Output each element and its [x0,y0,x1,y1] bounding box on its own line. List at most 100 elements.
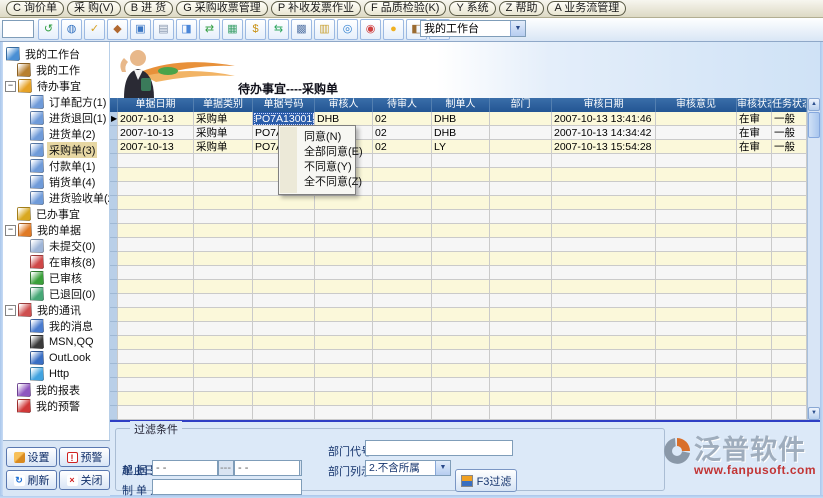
table-cell[interactable]: 02 [373,126,432,140]
sidebar-item[interactable]: 我的消息 [3,318,109,334]
column-header[interactable]: 单据号码 [253,98,315,112]
sidebar-item[interactable]: 已审核 [3,270,109,286]
menu-item-1[interactable]: 采 购(V) [67,1,121,16]
table-cell[interactable]: 采购单 [194,112,253,126]
money-icon[interactable]: $ [245,19,266,40]
table-cell[interactable]: 在审 [737,140,772,154]
menu-item-0[interactable]: C 询价单 [6,1,64,16]
table-row[interactable]: 2007-10-13采购单PO7A13002302LY2007-10-13 15… [110,140,820,154]
table-cell[interactable]: DHB [315,112,373,126]
table-cell[interactable]: 在审 [737,126,772,140]
date-to-field[interactable]: - - [234,460,300,476]
transfer-icon[interactable]: ⇆ [268,19,289,40]
sidebar-item[interactable]: OutLook [3,350,109,366]
sidebar-item[interactable]: 进货验收单(2) [3,190,109,206]
column-header[interactable]: 待审人 [373,98,432,112]
sidebar-item[interactable]: Http [3,366,109,382]
table-cell[interactable]: 2007-10-13 [118,112,194,126]
sidebar-item[interactable]: 我的工作 [3,62,109,78]
table-cell[interactable]: 2007-10-13 [118,140,194,154]
table-row[interactable]: 2007-10-13采购单PO7A13001902DHB2007-10-13 1… [110,126,820,140]
window-icon[interactable]: ◨ [176,19,197,40]
sidebar-item[interactable]: 未提交(0) [3,238,109,254]
f3-filter-button[interactable]: F3过滤 [455,469,517,492]
inventory-icon[interactable]: ▦ [222,19,243,40]
alert-button[interactable]: !预警 [59,447,110,467]
table-cell[interactable]: 2007-10-13 [118,126,194,140]
table-cell[interactable]: 一般 [772,140,807,154]
row-indicator[interactable]: ▶ [110,112,118,126]
column-header[interactable]: 审核意见 [656,98,737,112]
sidebar-item[interactable]: 我的报表 [3,382,109,398]
task-check-icon[interactable]: ✓ [84,19,105,40]
sidebar-item[interactable]: 进货单(2) [3,126,109,142]
sidebar-item[interactable]: 订单配方(1) [3,94,109,110]
table-row[interactable]: ▶2007-10-13采购单PO7A130015DHB02DHB2007-10-… [110,112,820,126]
menu-item-7[interactable]: Z 帮助 [499,1,545,16]
table-cell[interactable] [656,140,737,154]
table-cell[interactable]: 采购单 [194,140,253,154]
sidebar-item[interactable]: −我的单据 [3,222,109,238]
table-cell[interactable]: LY [432,140,490,154]
menu-item-8[interactable]: A 业务流管理 [547,1,626,16]
scroll-down-icon[interactable]: ▼ [808,407,820,420]
table-cell[interactable]: DHB [432,126,490,140]
menu-item-5[interactable]: F 品质检验(K) [364,1,446,16]
column-header[interactable]: 部门 [490,98,552,112]
globe-icon[interactable]: ◎ [337,19,358,40]
creator-field[interactable] [152,479,302,495]
close-button[interactable]: ×关闭 [59,470,110,490]
table-cell[interactable]: 2007-10-13 15:54:28 [552,140,656,154]
workspace-dropdown[interactable]: 我的工作台 ▼ [420,20,526,37]
column-header[interactable]: 审核人 [315,98,373,112]
dept-code-field[interactable] [365,440,513,456]
table-cell[interactable]: 采购单 [194,126,253,140]
menu-item-4[interactable]: P 补收发票作业 [271,1,361,16]
sidebar-item[interactable]: 进货退回(1) [3,110,109,126]
scrollbar-thumb[interactable] [808,112,820,138]
sidebar-item[interactable]: 已退回(0) [3,286,109,302]
date-from-field[interactable]: - - [152,460,218,476]
toolbar-input[interactable] [2,20,34,38]
sidebar-item[interactable]: MSN,QQ [3,334,109,350]
sidebar-item[interactable]: 采购单(3) [3,142,109,158]
settings-button[interactable]: 设置 [6,447,57,467]
column-header[interactable]: 单据日期 [118,98,194,112]
row-indicator[interactable] [110,140,118,154]
column-header[interactable]: 审核日期 [552,98,656,112]
table-cell[interactable]: DHB [432,112,490,126]
tree-expand-icon[interactable]: − [5,225,16,236]
refresh-button[interactable]: ↻刷新 [6,470,57,490]
sidebar-item[interactable]: 我的预警 [3,398,109,414]
chevron-down-icon[interactable]: ▼ [510,21,525,36]
row-indicator[interactable] [110,126,118,140]
sync-icon[interactable]: ↺ [38,19,59,40]
sidebar-item[interactable]: 付款单(1) [3,158,109,174]
tree-expand-icon[interactable]: − [5,305,16,316]
sidebar-item[interactable]: 已办事宜 [3,206,109,222]
selected-cell[interactable]: PO7A130015 [253,112,315,126]
column-header[interactable]: 任务状态 [772,98,807,112]
column-header[interactable]: 制单人 [432,98,490,112]
table-cell[interactable]: 一般 [772,126,807,140]
table-cell[interactable]: 在审 [737,112,772,126]
table-cell[interactable]: 02 [373,112,432,126]
sidebar-item[interactable]: 销货单(4) [3,174,109,190]
context-menu-item-0[interactable]: 同意(N) [279,130,355,145]
context-menu-item-1[interactable]: 全部同意(E) [279,145,355,160]
sidebar-item[interactable]: −待办事宜 [3,78,109,94]
scroll-up-icon[interactable]: ▲ [808,98,820,111]
context-menu-item-2[interactable]: 不同意(Y) [279,160,355,175]
vertical-scrollbar[interactable]: ▲ ▼ [807,98,820,420]
sidebar-item[interactable]: 在审核(8) [3,254,109,270]
table-cell[interactable] [656,112,737,126]
dept-list-dropdown[interactable]: 2.不含所属 ▼ [365,460,451,476]
table-cell[interactable]: 2007-10-13 13:41:46 [552,112,656,126]
chevron-down-icon[interactable]: ▼ [435,461,450,475]
table-cell[interactable] [490,126,552,140]
menu-item-6[interactable]: Y 系统 [449,1,495,16]
context-menu-item-3[interactable]: 全不同意(Z) [279,175,355,190]
home-globe-icon[interactable]: ◍ [61,19,82,40]
table-cell[interactable] [656,126,737,140]
table-cell[interactable]: 2007-10-13 14:34:42 [552,126,656,140]
